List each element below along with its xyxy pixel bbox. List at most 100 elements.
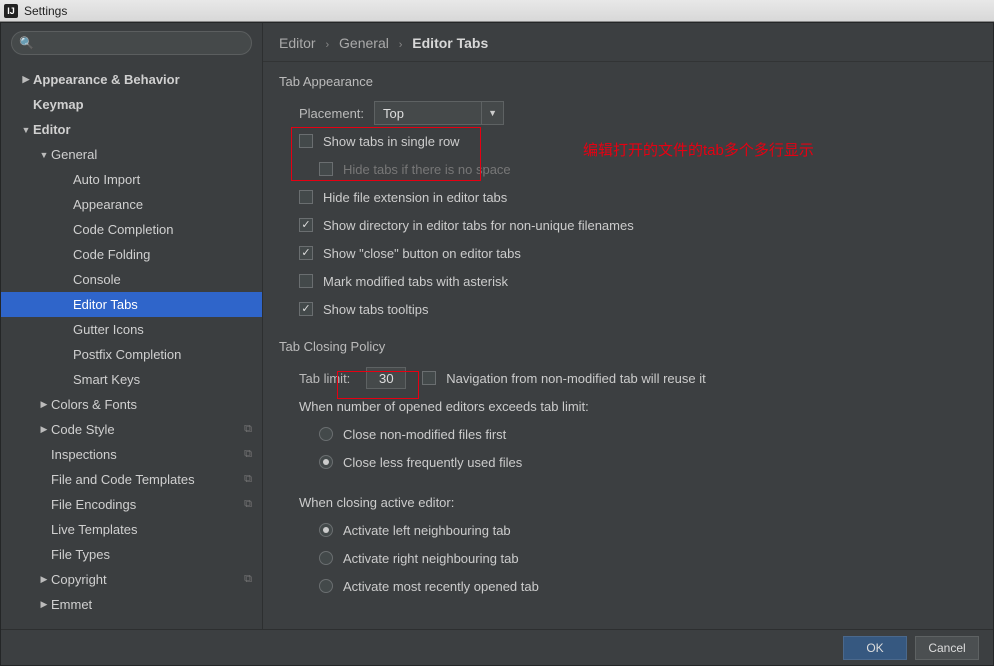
section-title-tab-appearance: Tab Appearance bbox=[279, 74, 977, 89]
label-show-dir: Show directory in editor tabs for non-un… bbox=[323, 218, 634, 233]
tree-node[interactable]: ▶Emmet bbox=[1, 592, 262, 617]
tree-node[interactable]: ▶Postfix Completion bbox=[1, 342, 262, 367]
placement-select[interactable]: Top ▼ bbox=[374, 101, 504, 125]
tree-node[interactable]: ▼Editor bbox=[1, 117, 262, 142]
section-title-tab-closing: Tab Closing Policy bbox=[279, 339, 977, 354]
tree-node-label: Copyright bbox=[51, 572, 107, 587]
tree-node-label: Postfix Completion bbox=[73, 347, 181, 362]
chevron-right-icon: ▶ bbox=[37, 399, 51, 410]
chevron-right-icon: ▶ bbox=[19, 74, 33, 85]
checkbox-show-dir[interactable] bbox=[299, 218, 313, 232]
copy-icon: ⧉ bbox=[244, 498, 252, 511]
copy-icon: ⧉ bbox=[244, 448, 252, 461]
tree-node[interactable]: ▶Code Style⧉ bbox=[1, 417, 262, 442]
label-show-close: Show "close" button on editor tabs bbox=[323, 246, 521, 261]
tree-node-label: Appearance bbox=[73, 197, 143, 212]
tree-node-label: Editor Tabs bbox=[73, 297, 138, 312]
tree-node-label: General bbox=[51, 147, 97, 162]
chevron-right-icon: ▶ bbox=[37, 549, 51, 560]
checkbox-single-row[interactable] bbox=[299, 134, 313, 148]
tree-node[interactable]: ▶File Encodings⧉ bbox=[1, 492, 262, 517]
label-tooltips: Show tabs tooltips bbox=[323, 302, 429, 317]
checkbox-show-close[interactable] bbox=[299, 246, 313, 260]
tree-node-label: Code Style bbox=[51, 422, 115, 437]
chevron-right-icon: › bbox=[325, 39, 329, 51]
tree-node-label: Live Templates bbox=[51, 522, 137, 537]
tree-node[interactable]: ▶Code Completion bbox=[1, 217, 262, 242]
placement-label: Placement: bbox=[299, 106, 364, 121]
ok-button[interactable]: OK bbox=[843, 636, 907, 660]
radio-act-left[interactable] bbox=[319, 523, 333, 537]
radio-close-less[interactable] bbox=[319, 455, 333, 469]
label-hide-ext: Hide file extension in editor tabs bbox=[323, 190, 507, 205]
tree-node[interactable]: ▶Copyright ⧉ bbox=[1, 567, 262, 592]
tree-node[interactable]: ▶Appearance bbox=[1, 192, 262, 217]
label-mark-asterisk: Mark modified tabs with asterisk bbox=[323, 274, 508, 289]
search-input[interactable] bbox=[11, 31, 252, 55]
tree-node[interactable]: ▶Keymap bbox=[1, 92, 262, 117]
label-act-right: Activate right neighbouring tab bbox=[343, 551, 519, 566]
tree-node-label: Appearance & Behavior bbox=[33, 72, 180, 87]
radio-close-nonmod[interactable] bbox=[319, 427, 333, 441]
label-act-left: Activate left neighbouring tab bbox=[343, 523, 511, 538]
chevron-right-icon: ▶ bbox=[37, 474, 51, 485]
tree-node[interactable]: ▶Live Templates bbox=[1, 517, 262, 542]
checkbox-tooltips[interactable] bbox=[299, 302, 313, 316]
chevron-right-icon: ▶ bbox=[59, 374, 73, 385]
chevron-right-icon: ▶ bbox=[59, 224, 73, 235]
copy-icon: ⧉ bbox=[244, 573, 252, 586]
tree-node[interactable]: ▶Auto Import bbox=[1, 167, 262, 192]
tree-node[interactable]: ▶File Types bbox=[1, 542, 262, 567]
tree-node[interactable]: ▶Smart Keys bbox=[1, 367, 262, 392]
chevron-right-icon: ▶ bbox=[59, 299, 73, 310]
tree-node[interactable]: ▶Editor Tabs bbox=[1, 292, 262, 317]
settings-tree[interactable]: ▶Appearance & Behavior▶Keymap▼Editor▼Gen… bbox=[1, 63, 262, 617]
breadcrumb-item[interactable]: Editor bbox=[279, 35, 316, 51]
tree-node-label: File Types bbox=[51, 547, 110, 562]
label-single-row: Show tabs in single row bbox=[323, 134, 460, 149]
button-bar: OK Cancel bbox=[1, 629, 993, 665]
checkbox-hide-ext[interactable] bbox=[299, 190, 313, 204]
tab-limit-label: Tab limit: bbox=[299, 371, 350, 386]
tree-node-label: Colors & Fonts bbox=[51, 397, 137, 412]
chevron-right-icon: ▶ bbox=[59, 199, 73, 210]
checkbox-hide-no-space[interactable] bbox=[319, 162, 333, 176]
app-icon: IJ bbox=[4, 4, 18, 18]
window-titlebar: IJ Settings bbox=[0, 0, 994, 22]
chevron-right-icon: ▶ bbox=[37, 424, 51, 435]
chevron-down-icon: ▼ bbox=[19, 125, 33, 135]
breadcrumb: Editor › General › Editor Tabs bbox=[263, 23, 993, 61]
tab-limit-input[interactable] bbox=[366, 367, 406, 389]
chevron-right-icon: ▶ bbox=[37, 499, 51, 510]
chevron-right-icon: ▶ bbox=[59, 249, 73, 260]
tree-node[interactable]: ▶Appearance & Behavior bbox=[1, 67, 262, 92]
radio-act-right[interactable] bbox=[319, 551, 333, 565]
label-nav-reuse: Navigation from non-modified tab will re… bbox=[446, 371, 705, 386]
chevron-right-icon: ▶ bbox=[37, 524, 51, 535]
chevron-down-icon: ▼ bbox=[481, 102, 503, 124]
content-panel: Editor › General › Editor Tabs Tab Appea… bbox=[263, 23, 993, 631]
tree-node[interactable]: ▶File and Code Templates⧉ bbox=[1, 467, 262, 492]
chevron-right-icon: ▶ bbox=[37, 574, 51, 585]
tree-node[interactable]: ▼General bbox=[1, 142, 262, 167]
chevron-right-icon: ▶ bbox=[59, 324, 73, 335]
tree-node[interactable]: ▶Colors & Fonts bbox=[1, 392, 262, 417]
tree-node[interactable]: ▶Code Folding bbox=[1, 242, 262, 267]
tree-node-label: Keymap bbox=[33, 97, 84, 112]
label-closing-active: When closing active editor: bbox=[299, 495, 454, 510]
checkbox-nav-reuse[interactable] bbox=[422, 371, 436, 385]
tree-node-label: Emmet bbox=[51, 597, 92, 612]
breadcrumb-item[interactable]: General bbox=[339, 35, 389, 51]
tree-node-label: Gutter Icons bbox=[73, 322, 144, 337]
radio-act-recent[interactable] bbox=[319, 579, 333, 593]
chevron-right-icon: ▶ bbox=[59, 174, 73, 185]
tree-node[interactable]: ▶Console bbox=[1, 267, 262, 292]
tree-node-label: Smart Keys bbox=[73, 372, 140, 387]
label-exceed: When number of opened editors exceeds ta… bbox=[299, 399, 589, 414]
tree-node[interactable]: ▶Gutter Icons bbox=[1, 317, 262, 342]
tree-node-label: Console bbox=[73, 272, 121, 287]
cancel-button[interactable]: Cancel bbox=[915, 636, 979, 660]
checkbox-mark-asterisk[interactable] bbox=[299, 274, 313, 288]
label-hide-no-space: Hide tabs if there is no space bbox=[343, 162, 511, 177]
tree-node[interactable]: ▶Inspections⧉ bbox=[1, 442, 262, 467]
